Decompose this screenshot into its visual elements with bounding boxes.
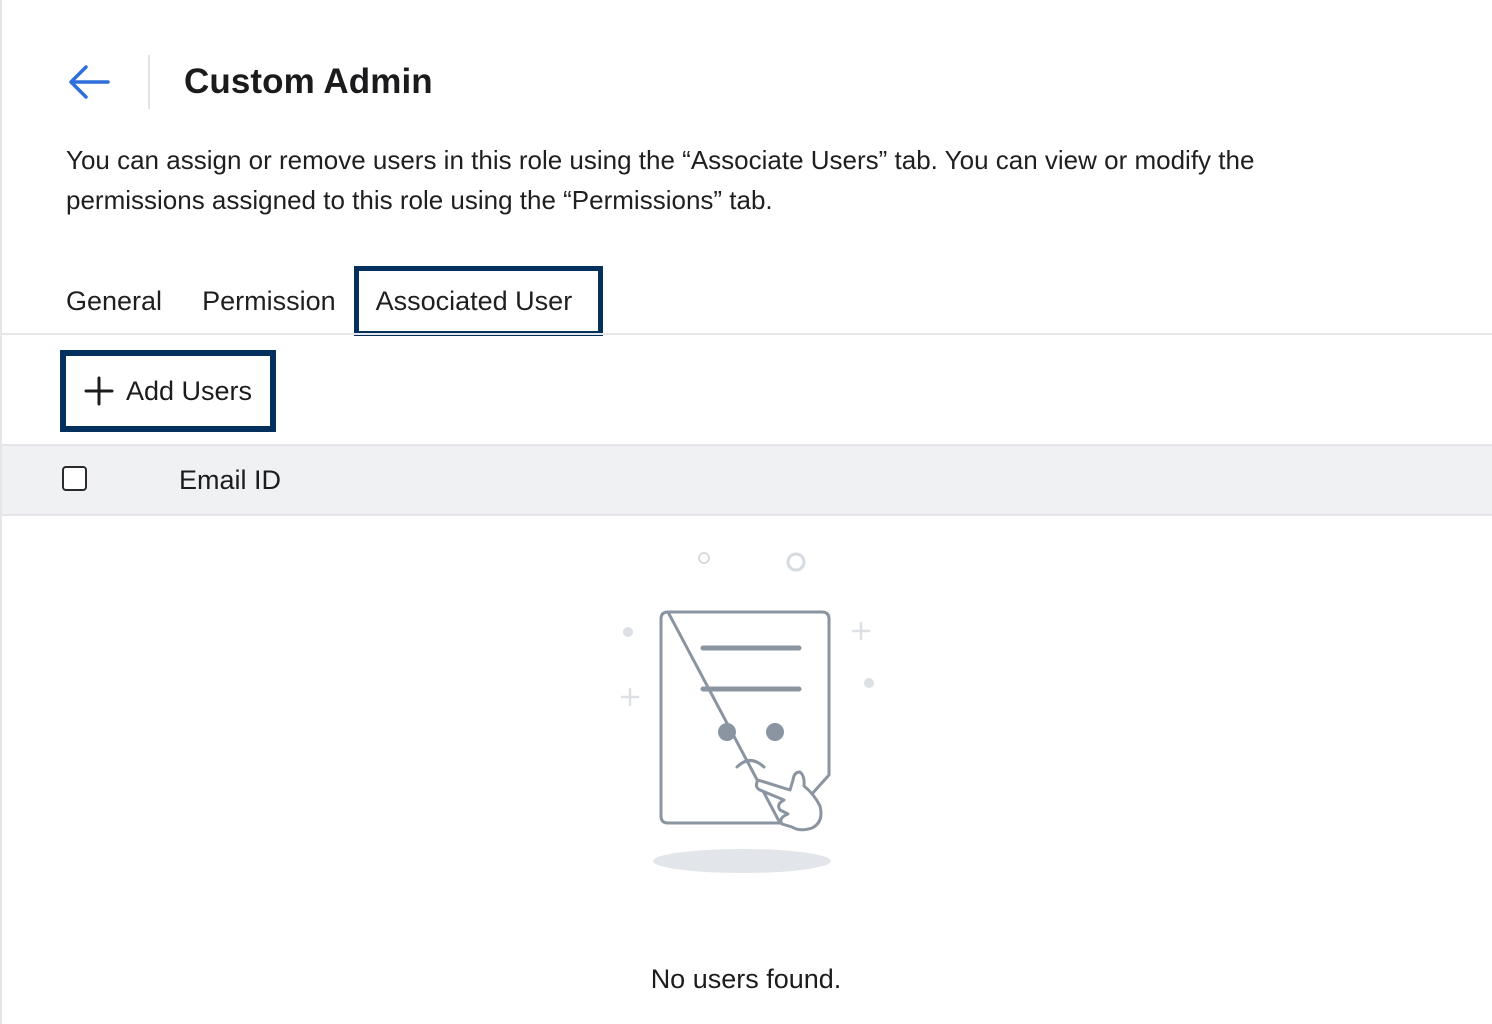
tab-general[interactable]: General bbox=[66, 266, 162, 336]
plus-icon bbox=[84, 376, 114, 406]
page-description: You can assign or remove users in this r… bbox=[66, 145, 1255, 215]
header-divider bbox=[148, 55, 150, 109]
empty-state-message: No users found. bbox=[650, 964, 842, 994]
decor-plus-left bbox=[620, 687, 640, 707]
eye-left bbox=[718, 723, 736, 741]
tab-permission[interactable]: Permission bbox=[202, 266, 336, 336]
table-header: Email ID bbox=[2, 444, 1492, 516]
tab-associated-user[interactable]: Associated User bbox=[353, 266, 604, 336]
column-header-email[interactable]: Email ID bbox=[179, 446, 281, 514]
decor-plus-right bbox=[851, 621, 871, 641]
tab-bar: General Permission Associated User bbox=[66, 266, 604, 336]
decor-circle-small bbox=[698, 552, 710, 564]
decor-circle-large bbox=[786, 552, 806, 572]
page-header: Custom Admin bbox=[66, 54, 433, 110]
decor-dot-right bbox=[864, 678, 874, 688]
eye-right bbox=[766, 723, 784, 741]
back-button[interactable] bbox=[66, 54, 122, 110]
add-users-label: Add Users bbox=[126, 375, 253, 406]
tabs-divider bbox=[2, 333, 1492, 335]
page-title: Custom Admin bbox=[184, 62, 433, 101]
decor-dot-left bbox=[623, 627, 633, 637]
empty-state-illustration bbox=[600, 540, 900, 880]
arrow-left-icon bbox=[69, 65, 110, 99]
add-users-button[interactable]: Add Users bbox=[60, 350, 276, 432]
select-all-checkbox[interactable] bbox=[62, 466, 87, 491]
illustration-shadow bbox=[653, 849, 831, 873]
